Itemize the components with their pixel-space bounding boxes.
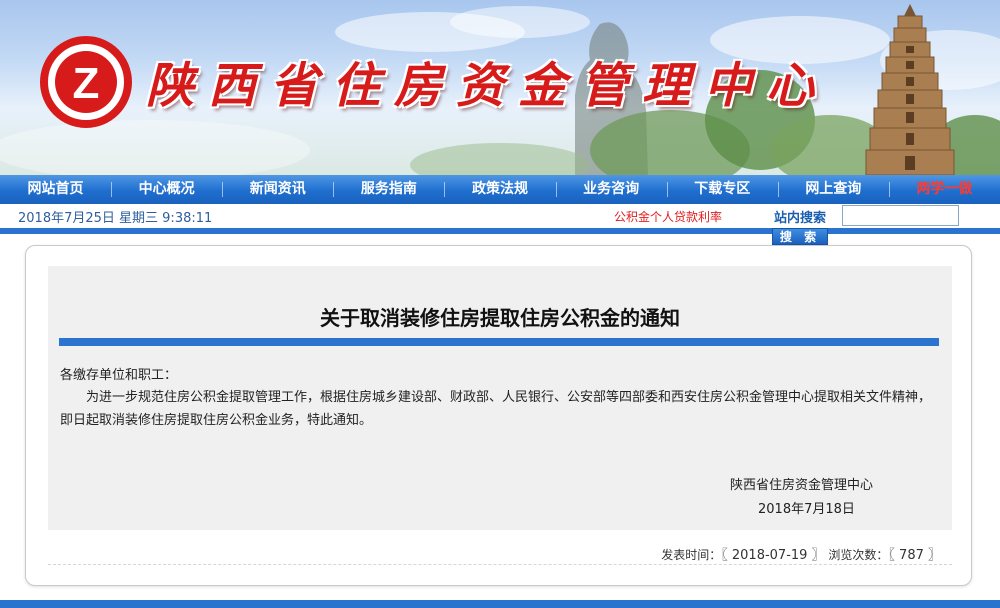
article-meta: 发表时间：〖 2018-07-19 〗 浏览次数：〖 787 〗 — [661, 544, 941, 563]
site-banner: Z 陕西省住房资金管理中心 — [0, 0, 1000, 175]
info-bar: 2018年7月25日 星期三 9:38:11 公积金个人贷款利率 站内搜索 — [0, 204, 1000, 228]
article-panel: 关于取消装修住房提取住房公积金的通知 各缴存单位和职工： 为进一步规范住房公积金… — [48, 266, 952, 530]
nav-item-consulting[interactable]: 业务咨询 — [555, 175, 667, 204]
publish-time-label: 发表时间： — [661, 548, 722, 562]
view-count-label: 浏览次数： — [828, 548, 889, 562]
title-divider — [59, 338, 939, 346]
content-card: 关于取消装修住房提取住房公积金的通知 各缴存单位和职工： 为进一步规范住房公积金… — [25, 245, 972, 586]
nav-item-special-campaign[interactable]: 两学一做 — [888, 175, 1000, 204]
logo-letter: Z — [73, 59, 100, 108]
nav-item-downloads[interactable]: 下载专区 — [666, 175, 778, 204]
site-search-label: 站内搜索 — [774, 211, 827, 226]
site-title: 陕西省住房资金管理中心 — [146, 58, 829, 114]
nav-item-news[interactable]: 新闻资讯 — [222, 175, 333, 204]
article-title: 关于取消装修住房提取住房公积金的通知 — [320, 306, 680, 330]
logo-emblem-icon: Z — [40, 36, 132, 128]
article-body: 为进一步规范住房公积金提取管理工作，根据住房城乡建设部、财政部、人民银行、公安部… — [60, 390, 932, 428]
site-search-input[interactable] — [842, 205, 959, 226]
view-count-value: 〖 787 〗 — [888, 548, 941, 563]
footer-strip — [0, 600, 1000, 608]
header-divider — [0, 228, 1000, 234]
nav-item-about[interactable]: 中心概况 — [111, 175, 222, 204]
meta-divider — [48, 564, 952, 565]
publish-time-value: 〖 2018-07-19 〗 — [721, 548, 825, 563]
article-salutation: 各缴存单位和职工： — [60, 368, 178, 383]
nav-item-online-query[interactable]: 网上查询 — [777, 175, 889, 204]
nav-item-service-guide[interactable]: 服务指南 — [333, 175, 444, 204]
article-sign-date: 2018年7月18日 — [758, 502, 855, 517]
logo[interactable]: Z — [40, 36, 132, 128]
article-signature: 陕西省住房资金管理中心 — [730, 478, 874, 493]
search-button[interactable]: 搜 索 — [772, 228, 828, 245]
news-ticker-link[interactable]: 公积金个人贷款利率 — [614, 208, 736, 225]
main-nav: 网站首页 中心概况 新闻资讯 服务指南 政策法规 业务咨询 下载专区 网上查询 … — [0, 175, 1000, 204]
nav-item-policies[interactable]: 政策法规 — [444, 175, 555, 204]
nav-item-home[interactable]: 网站首页 — [0, 175, 111, 204]
current-datetime: 2018年7月25日 星期三 9:38:11 — [18, 211, 213, 226]
